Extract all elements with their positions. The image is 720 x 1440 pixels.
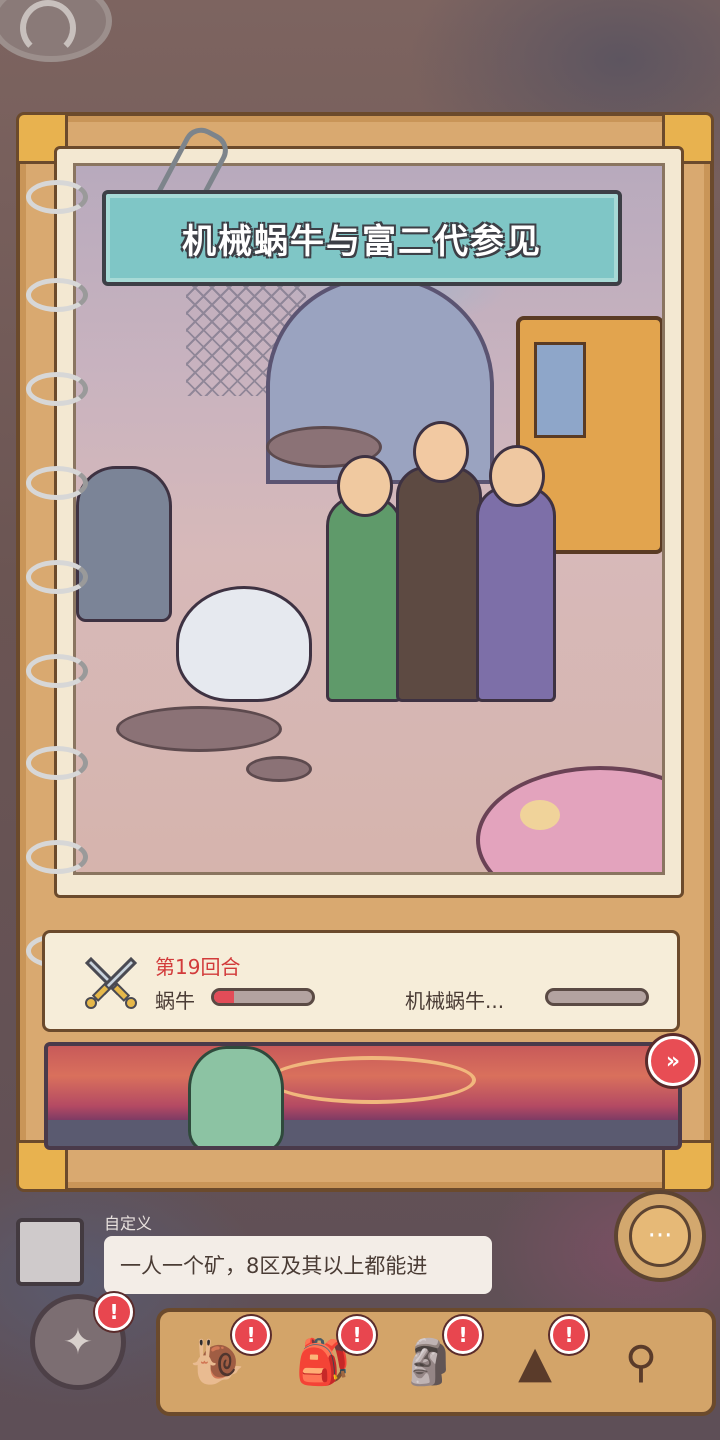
binder-ring xyxy=(26,278,88,312)
nav-bust-button[interactable]: 🗿 ! xyxy=(386,1316,482,1400)
nav-search-button[interactable]: ⚲ xyxy=(598,1324,684,1400)
player-hp-bar xyxy=(211,988,315,1006)
binder-ring xyxy=(26,466,88,500)
nav-backpack-button[interactable]: 🎒 ! xyxy=(280,1316,376,1400)
notification-badge: ! xyxy=(444,1316,482,1354)
event-title-banner: 机械蜗牛与富二代参见 xyxy=(102,190,622,286)
notification-badge: ! xyxy=(338,1316,376,1354)
nav-snail-button[interactable]: 🐌 ! xyxy=(174,1316,270,1400)
compass-button[interactable]: ✦ ! xyxy=(30,1293,133,1390)
stone xyxy=(246,756,312,782)
stone xyxy=(116,706,282,752)
robot-character xyxy=(76,466,172,622)
binder-ring xyxy=(26,654,88,688)
enemy-name: 机械蜗牛... xyxy=(405,989,505,1013)
enemy-hp-bar xyxy=(545,988,649,1006)
binder-ring xyxy=(26,840,88,874)
arena-ground xyxy=(48,1120,678,1146)
pyramid-eye-icon: ▲ xyxy=(518,1336,552,1388)
nav-pyramid-button[interactable]: ▲ ! xyxy=(492,1316,588,1400)
character-head xyxy=(413,421,469,483)
binder-ring xyxy=(26,746,88,780)
rich-kid-character xyxy=(476,445,556,702)
mushroom xyxy=(476,766,662,872)
binder-ring xyxy=(26,372,88,406)
mechanical-snail-character xyxy=(176,586,312,702)
player-name: 蜗牛 xyxy=(155,989,195,1013)
character-head xyxy=(337,455,393,517)
battle-arena xyxy=(44,1042,682,1150)
fast-forward-icon: » xyxy=(665,1048,681,1074)
event-title: 机械蜗牛与富二代参见 xyxy=(182,221,542,262)
notification-badge: ! xyxy=(95,1293,133,1331)
chat-avatar[interactable] xyxy=(16,1218,84,1286)
rich-kid-character xyxy=(326,455,402,702)
chat-message[interactable]: 一人一个矿，8区及其以上都能进 xyxy=(104,1236,492,1294)
binder-ring xyxy=(26,180,88,214)
crossed-swords-icon xyxy=(84,956,138,1009)
compass-icon: ✦ xyxy=(62,1321,94,1363)
magnifier-icon: ⚲ xyxy=(624,1336,658,1388)
round-counter: 第19回合 xyxy=(155,955,241,979)
notification-badge: ! xyxy=(550,1316,588,1354)
battling-snail xyxy=(188,1046,284,1146)
portal xyxy=(268,1056,476,1104)
chat-bubble-icon: ··· xyxy=(629,1205,691,1267)
chat-open-button[interactable]: ··· xyxy=(614,1190,706,1282)
bottom-nav-bar: 🐌 ! 🎒 ! 🗿 ! ▲ ! ⚲ xyxy=(156,1308,716,1416)
character-head xyxy=(489,445,545,507)
player-hp-fill xyxy=(214,991,234,1003)
chat-message-text: 一人一个矿，8区及其以上都能进 xyxy=(120,1254,428,1278)
fast-forward-button[interactable]: » xyxy=(648,1036,698,1086)
battle-status-card: 第19回合 蜗牛 机械蜗牛... xyxy=(42,930,680,1032)
chat-channel-tag: 自定义 xyxy=(104,1214,153,1233)
rich-kid-character xyxy=(396,421,482,702)
binder-ring xyxy=(26,560,88,594)
notification-badge: ! xyxy=(232,1316,270,1354)
